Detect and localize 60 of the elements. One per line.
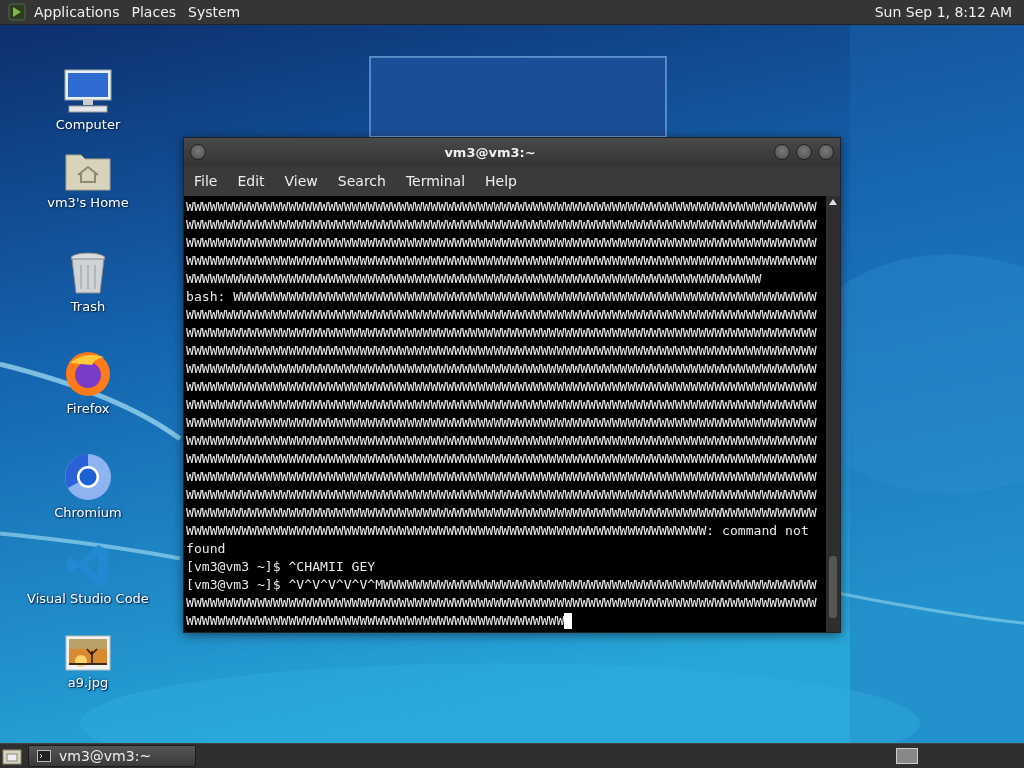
desktop-icon-label[interactable]: vm3's Home xyxy=(47,195,129,210)
panel-menu[interactable]: System xyxy=(188,4,249,20)
text-cursor xyxy=(564,613,573,629)
computer-icon[interactable] xyxy=(63,69,113,113)
terminal-line: bash: WWWWWWWWWWWWWWWWWWWWWWWWWWWWWWWWWWWWWWWWWWWWWWWWWWWWWWWWWWWWWWWWWWWWWWWWWW xyxy=(186,288,817,306)
window-title: vm3@vm3:~ xyxy=(443,144,537,160)
maximize-button[interactable] xyxy=(796,144,812,160)
terminal-line: WWWWWWWWWWWWWWWWWWWWWWWWWWWWWWWWWWWWWWWWWWWWWWWW xyxy=(186,612,565,630)
terminal-line: WWWWWWWWWWWWWWWWWWWWWWWWWWWWWWWWWWWWWWWWWWWWWWWWWWWWWWWWWWWWWWWWWWWWWWWWWWWWWWWW xyxy=(186,594,817,612)
terminal-line: WWWWWWWWWWWWWWWWWWWWWWWWWWWWWWWWWWWWWWWWWWWWWWWWWWWWWWWWWWWWWWWWWWWWWWWWWWWWWWWW xyxy=(186,450,817,468)
trash-icon[interactable] xyxy=(69,251,107,295)
clock[interactable]: Sun Sep 1, 8:12 AM xyxy=(874,4,1016,20)
minimize-button[interactable] xyxy=(774,144,790,160)
image-file-icon[interactable] xyxy=(65,635,111,671)
menu-item[interactable]: View xyxy=(274,173,328,189)
terminal-line: WWWWWWWWWWWWWWWWWWWWWWWWWWWWWWWWWWWWWWWWWWWWWWWWWWWWWWWWWWWWWWWWWWWWWWWWWWWWWWWW xyxy=(186,360,817,378)
workspace-switcher[interactable] xyxy=(896,748,918,764)
terminal-line: WWWWWWWWWWWWWWWWWWWWWWWWWWWWWWWWWWWWWWWWWWWWWWWWWWWWWWWWWWWWWWWWWWWWWWWWWWWWWWWW xyxy=(186,486,817,504)
terminal-line: WWWWWWWWWWWWWWWWWWWWWWWWWWWWWWWWWWWWWWWWWWWWWWWWWWWWWWWWWWWWWWWWWWWWWWWWWWWWWWWW xyxy=(186,414,817,432)
menu-item[interactable]: File xyxy=(184,173,228,189)
terminal-line: WWWWWWWWWWWWWWWWWWWWWWWWWWWWWWWWWWWWWWWWWWWWWWWWWWWWWWWWWWWWWWWWWWWWWWWWWWWWWWWW xyxy=(186,198,817,216)
terminal-line: WWWWWWWWWWWWWWWWWWWWWWWWWWWWWWWWWWWWWWWWWWWWWWWWWWWWWWWWWWWWWWWWWWWWWWWWWWWWWWWW xyxy=(186,378,817,396)
window-menu-button[interactable] xyxy=(190,144,206,160)
close-button[interactable] xyxy=(818,144,834,160)
desktop-icon-label[interactable]: Firefox xyxy=(66,401,110,416)
terminal-line: WWWWWWWWWWWWWWWWWWWWWWWWWWWWWWWWWWWWWWWWWWWWWWWWWWWWWWWWWWWWWWWWWWWWWWWWWWWWWWWW xyxy=(186,234,817,252)
terminal-line: [vm3@vm3 ~]$ ^CHAMII GEY xyxy=(186,558,376,576)
terminal-line: [vm3@vm3 ~]$ ^V^V^V^V^V^MWWWWWWWWWWWWWWWWWWWWWWWWWWWWWWWWWWWWWWWWWWWWWWWWWWWWWWW xyxy=(186,576,817,594)
terminal-line: WWWWWWWWWWWWWWWWWWWWWWWWWWWWWWWWWWWWWWWWWWWWWWWWWWWWWWWWWWWWWWWWWWWWWWWWWWWWWWWW xyxy=(186,504,817,522)
panel-menu[interactable]: Applications xyxy=(34,4,128,20)
terminal-line: WWWWWWWWWWWWWWWWWWWWWWWWWWWWWWWWWWWWWWWWWWWWWWWWWWWWWWWWWWWWWWWWWWWWWWWWWWWWWWWW xyxy=(186,324,817,342)
terminal-line: WWWWWWWWWWWWWWWWWWWWWWWWWWWWWWWWWWWWWWWWWWWWWWWWWWWWWWWWWWWWWWWWWWWWWWWWWWWWWWWW xyxy=(186,396,817,414)
terminal-icon xyxy=(37,750,51,762)
show-desktop-icon[interactable] xyxy=(2,747,22,765)
terminal-line: found xyxy=(186,540,226,558)
desktop-icon-label[interactable]: Visual Studio Code xyxy=(27,591,149,606)
firefox-icon[interactable] xyxy=(64,349,112,397)
terminal-line: WWWWWWWWWWWWWWWWWWWWWWWWWWWWWWWWWWWWWWWWWWWWWWWWWWWWWWWWWWWWWWWWWWWWWWWWWWWWWWWW xyxy=(186,468,817,486)
menu-item[interactable]: Terminal xyxy=(395,173,476,189)
menu-item[interactable]: Search xyxy=(327,173,396,189)
home-folder-icon[interactable] xyxy=(65,151,111,191)
terminal-line: WWWWWWWWWWWWWWWWWWWWWWWWWWWWWWWWWWWWWWWWWWWWWWWWWWWWWWWWWWWWWWWWWWWWWWWWWWWWWWWW xyxy=(186,252,817,270)
panel-menu[interactable]: Places xyxy=(131,4,185,20)
terminal-line: WWWWWWWWWWWWWWWWWWWWWWWWWWWWWWWWWWWWWWWWWWWWWWWWWWWWWWWWWWWWWWWWWW: command not xyxy=(186,522,809,540)
terminal-line: WWWWWWWWWWWWWWWWWWWWWWWWWWWWWWWWWWWWWWWWWWWWWWWWWWWWWWWWWWWWWWWWWWWWWWWWWWWWWWWW xyxy=(186,216,817,234)
scrollbar[interactable] xyxy=(826,196,840,632)
desktop-icon-label[interactable]: Computer xyxy=(55,117,121,132)
chromium-icon[interactable] xyxy=(64,453,112,501)
desktop-icon-label[interactable]: Chromium xyxy=(54,505,122,520)
terminal-line: WWWWWWWWWWWWWWWWWWWWWWWWWWWWWWWWWWWWWWWWWWWWWWWWWWWWWWWWWWWWWWWWWWWWWWWWW xyxy=(186,270,762,288)
app-menu-icon[interactable] xyxy=(8,3,26,21)
menu-item[interactable]: Help xyxy=(475,173,527,189)
scrollbar-thumb[interactable] xyxy=(829,556,837,618)
terminal-line: WWWWWWWWWWWWWWWWWWWWWWWWWWWWWWWWWWWWWWWWWWWWWWWWWWWWWWWWWWWWWWWWWWWWWWWWWWWWWWWW xyxy=(186,306,817,324)
terminal-line: WWWWWWWWWWWWWWWWWWWWWWWWWWWWWWWWWWWWWWWWWWWWWWWWWWWWWWWWWWWWWWWWWWWWWWWWWWWWWWWW xyxy=(186,342,817,360)
terminal-line: WWWWWWWWWWWWWWWWWWWWWWWWWWWWWWWWWWWWWWWWWWWWWWWWWWWWWWWWWWWWWWWWWWWWWWWWWWWWWWWW xyxy=(186,432,817,450)
scroll-up-icon[interactable] xyxy=(829,199,837,205)
desktop-icon-label[interactable]: Trash xyxy=(70,299,106,314)
task-button[interactable]: vm3@vm3:~ xyxy=(28,745,196,767)
menu-item[interactable]: Edit xyxy=(227,173,275,189)
